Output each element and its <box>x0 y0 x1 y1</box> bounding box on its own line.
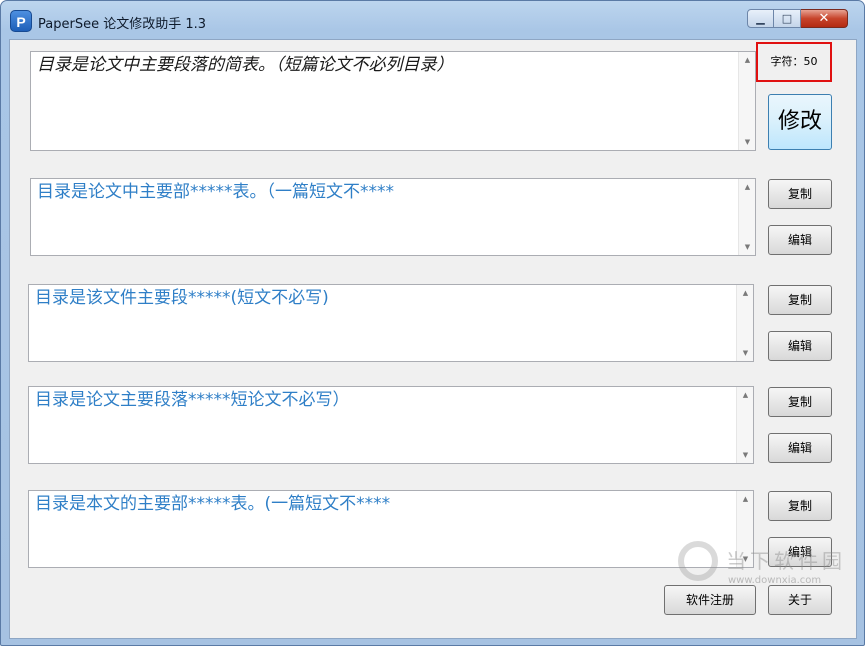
title-bar[interactable]: P PaperSee 论文修改助手 1.3 ▁ □ ✕ <box>1 1 864 39</box>
app-window: P PaperSee 论文修改助手 1.3 ▁ □ ✕ 目录是论文中主要段落的简… <box>0 0 865 646</box>
result-text-area-3[interactable]: 目录是论文主要段落*****短论文不必写） ▲ ▼ <box>28 386 754 464</box>
result-text-4: 目录是本文的主要部*****表。(一篇短文不**** <box>35 494 391 514</box>
edit-button-4[interactable]: 编辑 <box>768 537 832 567</box>
scroll-up-icon[interactable]: ▲ <box>737 492 753 506</box>
result-scrollbar-3[interactable]: ▲ ▼ <box>736 387 753 463</box>
result-text-area-4[interactable]: 目录是本文的主要部*****表。(一篇短文不**** ▲ ▼ <box>28 490 754 568</box>
main-panel: 目录是论文中主要段落的简表。（短篇论文不必列目录） ▲ ▼ 字符：50 修改 目… <box>9 39 857 639</box>
scroll-down-icon[interactable]: ▼ <box>737 552 753 566</box>
copy-button-2[interactable]: 复制 <box>768 285 832 315</box>
source-scrollbar[interactable]: ▲ ▼ <box>738 52 755 150</box>
result-scrollbar-4[interactable]: ▲ ▼ <box>736 491 753 567</box>
scroll-down-icon[interactable]: ▼ <box>737 346 753 360</box>
result-text-area-1[interactable]: 目录是论文中主要部*****表。（一篇短文不**** ▲ ▼ <box>30 178 756 256</box>
scroll-down-icon[interactable]: ▼ <box>739 135 755 149</box>
about-button[interactable]: 关于 <box>768 585 832 615</box>
register-button[interactable]: 软件注册 <box>664 585 756 615</box>
edit-button-3[interactable]: 编辑 <box>768 433 832 463</box>
scroll-down-icon[interactable]: ▼ <box>739 240 755 254</box>
modify-button[interactable]: 修改 <box>768 94 832 150</box>
result-text-2: 目录是该文件主要段*****(短文不必写) <box>35 288 329 308</box>
result-scrollbar-2[interactable]: ▲ ▼ <box>736 285 753 361</box>
copy-button-3[interactable]: 复制 <box>768 387 832 417</box>
scroll-up-icon[interactable]: ▲ <box>737 286 753 300</box>
result-text-area-2[interactable]: 目录是该文件主要段*****(短文不必写) ▲ ▼ <box>28 284 754 362</box>
edit-button-2[interactable]: 编辑 <box>768 331 832 361</box>
scroll-down-icon[interactable]: ▼ <box>737 448 753 462</box>
papersee-logo-icon: P <box>10 10 32 32</box>
scroll-up-icon[interactable]: ▲ <box>739 180 755 194</box>
window-title: PaperSee 论文修改助手 1.3 <box>38 17 207 32</box>
char-count-highlight: 字符：50 <box>756 42 832 82</box>
copy-button-4[interactable]: 复制 <box>768 491 832 521</box>
close-button[interactable]: ✕ <box>801 9 848 28</box>
result-text-3: 目录是论文主要段落*****短论文不必写） <box>35 390 350 410</box>
minimize-button[interactable]: ▁ <box>747 9 774 28</box>
source-text: 目录是论文中主要段落的简表。（短篇论文不必列目录） <box>37 55 454 75</box>
edit-button-1[interactable]: 编辑 <box>768 225 832 255</box>
scroll-up-icon[interactable]: ▲ <box>739 53 755 67</box>
result-text-1: 目录是论文中主要部*****表。（一篇短文不**** <box>37 182 394 202</box>
maximize-button[interactable]: □ <box>774 9 801 28</box>
source-text-input[interactable]: 目录是论文中主要段落的简表。（短篇论文不必列目录） ▲ ▼ <box>30 51 756 151</box>
result-scrollbar-1[interactable]: ▲ ▼ <box>738 179 755 255</box>
scroll-up-icon[interactable]: ▲ <box>737 388 753 402</box>
char-count: 字符：50 <box>770 55 818 68</box>
copy-button-1[interactable]: 复制 <box>768 179 832 209</box>
